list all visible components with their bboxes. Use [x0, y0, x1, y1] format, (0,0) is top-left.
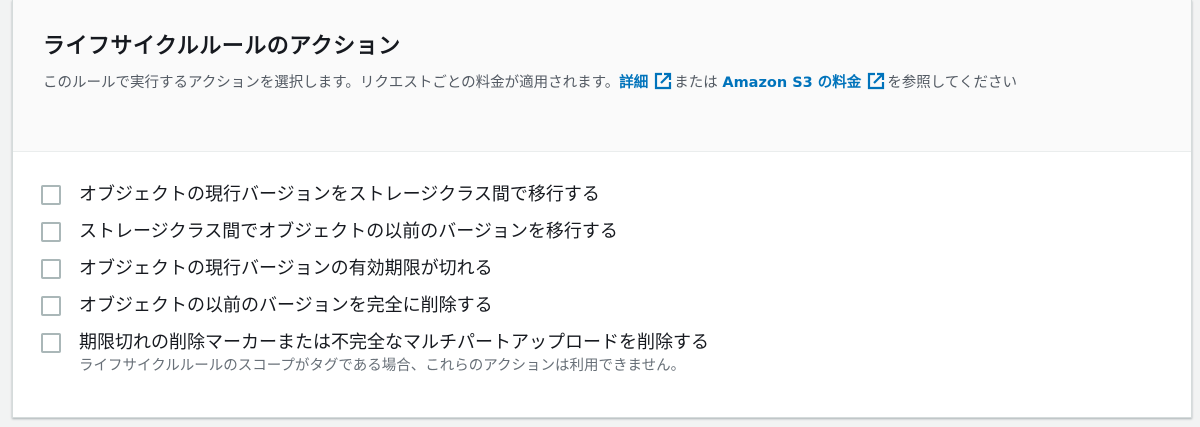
description-or: または: [674, 75, 718, 91]
panel-description: このルールで実行するアクションを選択します。リクエストごとの料金が適用されます。…: [43, 70, 1153, 99]
option-label[interactable]: ストレージクラス間でオブジェクトの以前のバージョンを移行する: [79, 218, 618, 246]
checkbox[interactable]: [41, 259, 61, 279]
option-label[interactable]: オブジェクトの現行バージョンをストレージクラス間で移行する: [79, 181, 600, 209]
option-delete-previous[interactable]: オブジェクトの以前のバージョンを完全に削除する: [41, 292, 1191, 329]
pricing-link[interactable]: Amazon S3 の料金: [722, 75, 861, 91]
option-transition-previous[interactable]: ストレージクラス間でオブジェクトの以前のバージョンを移行する: [41, 218, 1191, 255]
checkbox[interactable]: [41, 296, 61, 316]
checkbox[interactable]: [41, 222, 61, 242]
checkbox[interactable]: [41, 185, 61, 205]
checkbox[interactable]: [41, 333, 61, 353]
description-prefix: このルールで実行するアクションを選択します。リクエストごとの料金が適用されます。: [43, 75, 620, 91]
description-suffix: を参照してください: [887, 75, 1017, 91]
option-expire-current[interactable]: オブジェクトの現行バージョンの有効期限が切れる: [41, 255, 1191, 292]
option-sublabel: ライフサイクルルールのスコープがタグである場合、これらのアクションは利用できませ…: [79, 358, 686, 374]
option-label[interactable]: 期限切れの削除マーカーまたは不完全なマルチパートアップロードを削除する: [79, 329, 709, 357]
panel-header: ライフサイクルルールのアクション このルールで実行するアクションを選択します。リ…: [13, 0, 1191, 152]
details-link[interactable]: 詳細: [619, 75, 648, 91]
option-label[interactable]: オブジェクトの以前のバージョンを完全に削除する: [79, 292, 493, 320]
option-transition-current[interactable]: オブジェクトの現行バージョンをストレージクラス間で移行する: [41, 181, 1191, 218]
external-link-icon[interactable]: [654, 72, 672, 99]
option-label[interactable]: オブジェクトの現行バージョンの有効期限が切れる: [79, 255, 493, 283]
lifecycle-actions-panel: ライフサイクルルールのアクション このルールで実行するアクションを選択します。リ…: [12, 0, 1192, 418]
options-list: オブジェクトの現行バージョンをストレージクラス間で移行する ストレージクラス間で…: [13, 152, 1191, 377]
external-link-icon[interactable]: [867, 72, 885, 99]
panel-title: ライフサイクルルールのアクション: [43, 34, 401, 59]
option-delete-markers[interactable]: 期限切れの削除マーカーまたは不完全なマルチパートアップロードを削除する ライフサ…: [41, 329, 1191, 377]
